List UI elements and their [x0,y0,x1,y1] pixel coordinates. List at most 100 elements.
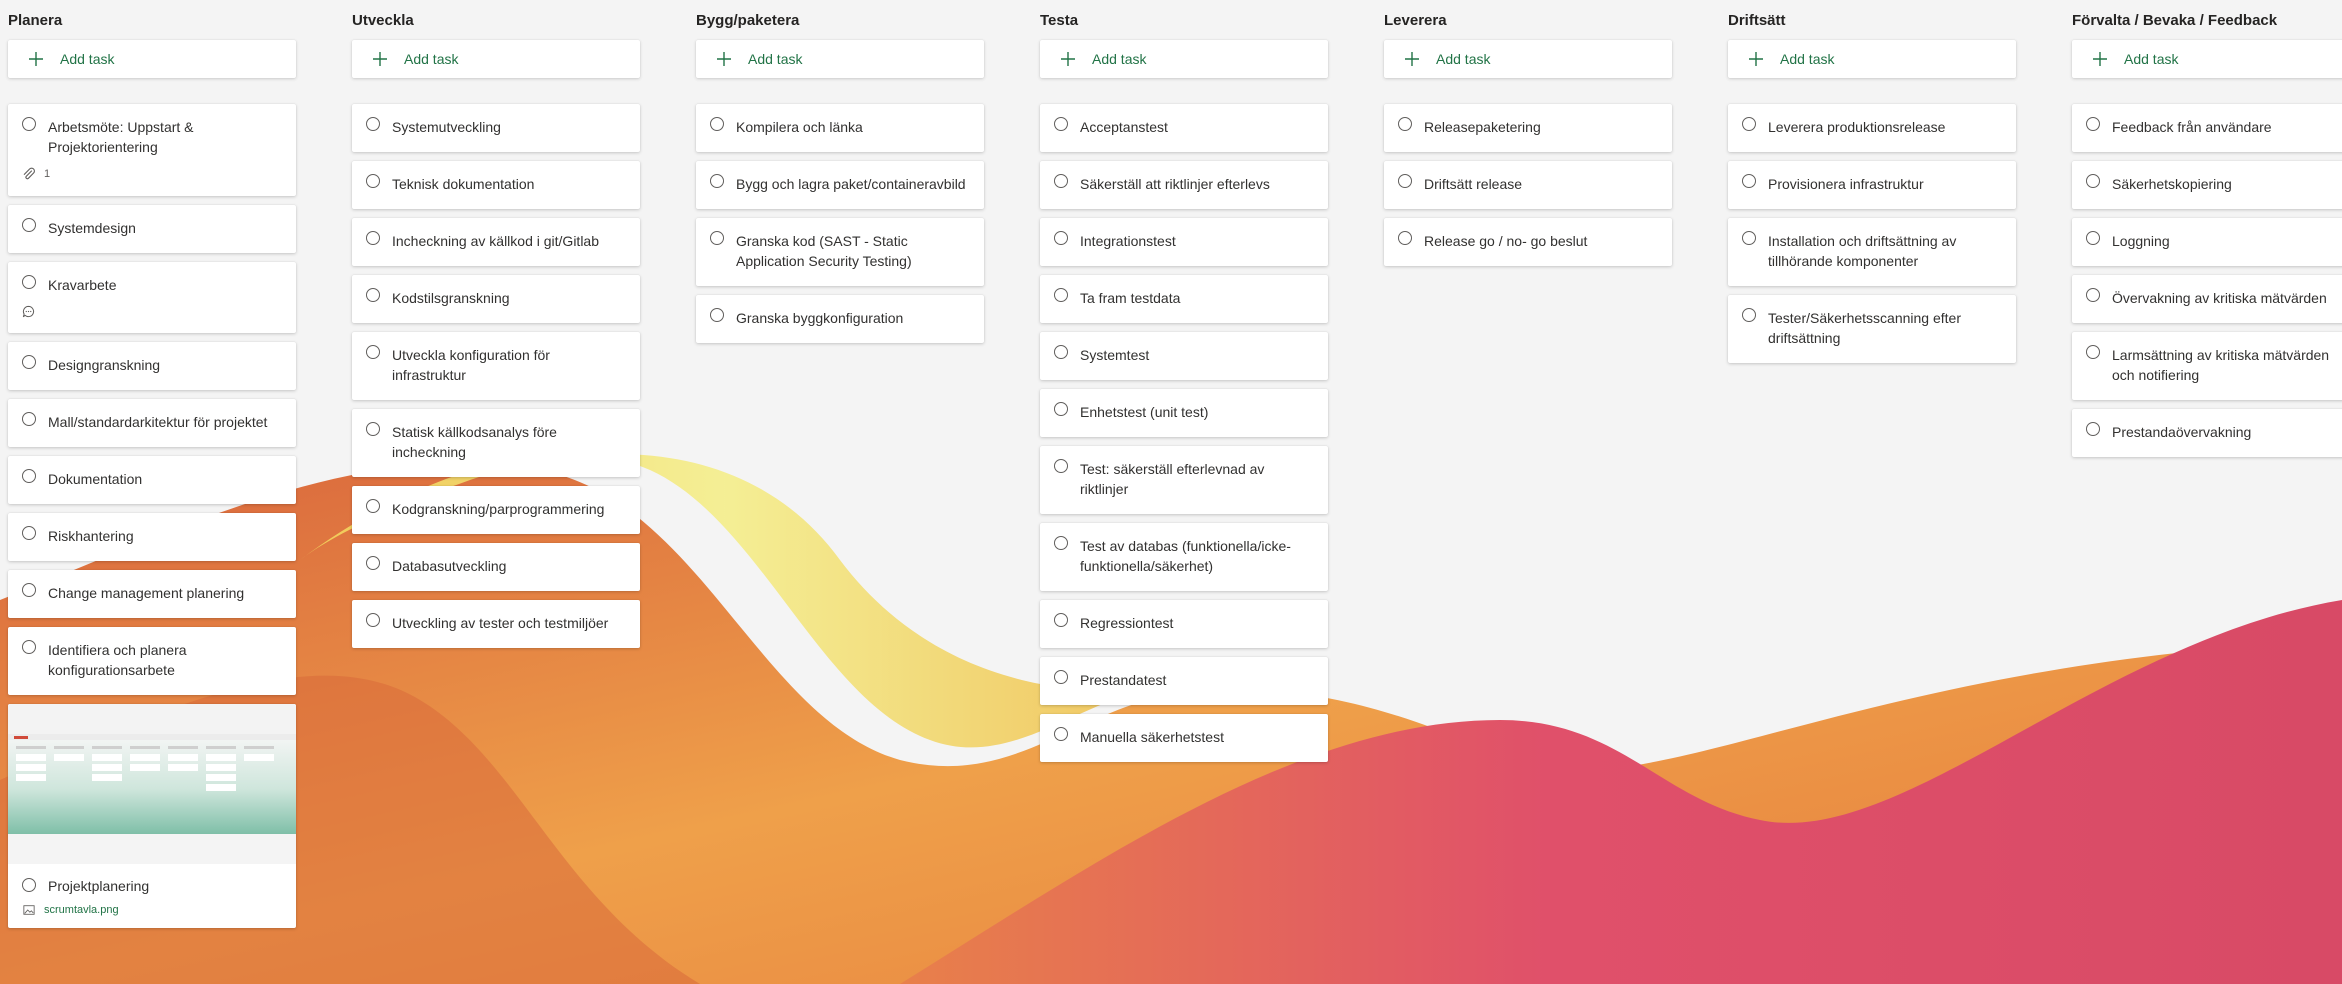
task-card[interactable]: Identifiera och planera konfigurationsar… [8,627,296,695]
task-card[interactable]: Riskhantering [8,513,296,561]
complete-task-circle[interactable] [22,218,36,232]
complete-task-circle[interactable] [710,174,724,188]
bucket-title[interactable]: Planera [8,12,62,29]
task-card[interactable]: Kravarbete [8,262,296,333]
task-card[interactable]: Databasutveckling [352,543,640,591]
complete-task-circle[interactable] [1054,670,1068,684]
complete-task-circle[interactable] [1054,231,1068,245]
task-card[interactable]: Ta fram testdata [1040,275,1328,323]
task-card[interactable]: Granska kod (SAST - Static Application S… [696,218,984,286]
task-card[interactable]: Granska byggkonfiguration [696,295,984,343]
complete-task-circle[interactable] [366,613,380,627]
task-card[interactable]: Regressiontest [1040,600,1328,648]
complete-task-circle[interactable] [2086,231,2100,245]
task-card[interactable]: Test av databas (funktionella/icke-funkt… [1040,523,1328,591]
task-card[interactable]: Incheckning av källkod i git/Gitlab [352,218,640,266]
complete-task-circle[interactable] [1054,459,1068,473]
add-task-button[interactable]: Add task [8,40,296,78]
task-card[interactable]: Arbetsmöte: Uppstart & Projektorienterin… [8,104,296,196]
complete-task-circle[interactable] [366,499,380,513]
bucket-title[interactable]: Utveckla [352,12,414,29]
complete-task-circle[interactable] [1398,231,1412,245]
task-card[interactable]: Kodgranskning/parprogrammering [352,486,640,534]
task-card[interactable]: Leverera produktionsrelease [1728,104,2016,152]
complete-task-circle[interactable] [366,174,380,188]
complete-task-circle[interactable] [22,412,36,426]
task-card[interactable]: Övervakning av kritiska mätvärden [2072,275,2342,323]
task-card[interactable]: Kompilera och länka [696,104,984,152]
complete-task-circle[interactable] [1054,727,1068,741]
complete-task-circle[interactable] [1054,613,1068,627]
task-card[interactable]: Säkerhetskopiering [2072,161,2342,209]
bucket-title[interactable]: Leverera [1384,12,1447,29]
complete-task-circle[interactable] [1398,174,1412,188]
task-card[interactable]: Loggning [2072,218,2342,266]
complete-task-circle[interactable] [2086,174,2100,188]
bucket-title[interactable]: Förvalta / Bevaka / Feedback [2072,12,2277,29]
task-card[interactable]: Release go / no- go beslut [1384,218,1672,266]
complete-task-circle[interactable] [1742,117,1756,131]
task-card[interactable]: Systemtest [1040,332,1328,380]
task-card[interactable]: Utveckla konfiguration för infrastruktur [352,332,640,400]
bucket-title[interactable]: Testa [1040,12,1078,29]
task-card[interactable]: Dokumentation [8,456,296,504]
complete-task-circle[interactable] [710,308,724,322]
task-card[interactable]: Statisk källkodsanalys före incheckning [352,409,640,477]
task-card[interactable]: Installation och driftsättning av tillhö… [1728,218,2016,286]
add-task-button[interactable]: Add task [696,40,984,78]
bucket-title[interactable]: Bygg/paketera [696,12,799,29]
task-card[interactable]: Prestandaövervakning [2072,409,2342,457]
task-card[interactable]: Projektplanering scrumtavla.png [8,704,296,928]
task-card[interactable]: Tester/Säkerhetsscanning efter driftsätt… [1728,295,2016,363]
task-card[interactable]: Manuella säkerhetstest [1040,714,1328,762]
complete-task-circle[interactable] [1054,288,1068,302]
complete-task-circle[interactable] [1054,345,1068,359]
complete-task-circle[interactable] [2086,422,2100,436]
complete-task-circle[interactable] [22,355,36,369]
complete-task-circle[interactable] [1054,174,1068,188]
complete-task-circle[interactable] [1742,174,1756,188]
complete-task-circle[interactable] [22,117,36,131]
complete-task-circle[interactable] [366,422,380,436]
complete-task-circle[interactable] [1054,536,1068,550]
complete-task-circle[interactable] [2086,288,2100,302]
complete-task-circle[interactable] [710,231,724,245]
task-card[interactable]: Change management planering [8,570,296,618]
complete-task-circle[interactable] [1054,117,1068,131]
complete-task-circle[interactable] [366,345,380,359]
task-card[interactable]: Releasepaketering [1384,104,1672,152]
add-task-button[interactable]: Add task [352,40,640,78]
complete-task-circle[interactable] [22,878,36,892]
complete-task-circle[interactable] [2086,345,2100,359]
task-card[interactable]: Kodstilsgranskning [352,275,640,323]
complete-task-circle[interactable] [366,117,380,131]
task-card[interactable]: Mall/standardarkitektur för projektet [8,399,296,447]
task-card[interactable]: Systemutveckling [352,104,640,152]
bucket-title[interactable]: Driftsätt [1728,12,1786,29]
complete-task-circle[interactable] [22,583,36,597]
complete-task-circle[interactable] [366,288,380,302]
task-card[interactable]: Bygg och lagra paket/containeravbild [696,161,984,209]
add-task-button[interactable]: Add task [1728,40,2016,78]
complete-task-circle[interactable] [1742,231,1756,245]
task-card[interactable]: Säkerställ att riktlinjer efterlevs [1040,161,1328,209]
task-card[interactable]: Systemdesign [8,205,296,253]
task-card[interactable]: Larmsättning av kritiska mätvärden och n… [2072,332,2342,400]
complete-task-circle[interactable] [22,469,36,483]
task-card[interactable]: Provisionera infrastruktur [1728,161,2016,209]
task-card[interactable]: Integrationstest [1040,218,1328,266]
complete-task-circle[interactable] [366,556,380,570]
attachment-preview-image[interactable] [8,704,296,864]
task-card[interactable]: Driftsätt release [1384,161,1672,209]
task-card[interactable]: Teknisk dokumentation [352,161,640,209]
task-card[interactable]: Feedback från användare [2072,104,2342,152]
complete-task-circle[interactable] [1398,117,1412,131]
complete-task-circle[interactable] [1742,308,1756,322]
task-card[interactable]: Enhetstest (unit test) [1040,389,1328,437]
task-card[interactable]: Acceptanstest [1040,104,1328,152]
attachment-link[interactable]: scrumtavla.png [22,904,282,916]
task-card[interactable]: Prestandatest [1040,657,1328,705]
task-card[interactable]: Test: säkerställ efterlevnad av riktlinj… [1040,446,1328,514]
complete-task-circle[interactable] [22,526,36,540]
task-card[interactable]: Designgranskning [8,342,296,390]
